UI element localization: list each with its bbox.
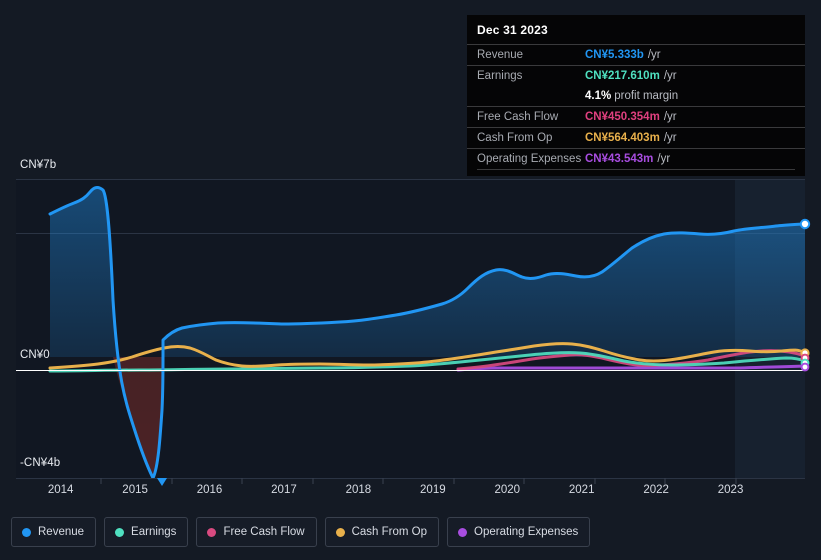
tooltip-unit-cash-from-op: /yr <box>663 132 677 144</box>
tooltip-bottom-padding <box>467 170 805 176</box>
legend-item-free-cash-flow[interactable]: Free Cash Flow <box>196 517 317 547</box>
legend-color-dot-icon <box>335 527 345 537</box>
tooltip-row-earnings: Earnings CN¥217.610m /yr <box>467 65 805 86</box>
tooltip-row-free-cash-flow: Free Cash Flow CN¥450.354m /yr <box>467 106 805 127</box>
chart-tooltip: Dec 31 2023 Revenue CN¥5.333b /yr Earnin… <box>467 15 805 176</box>
x-axis-label-2019: 2019 <box>420 484 446 496</box>
tooltip-row-operating-expenses: Operating Expenses CN¥43.543m /yr <box>467 148 805 169</box>
legend-item-label: Free Cash Flow <box>223 526 305 538</box>
tooltip-value-operating-expenses: CN¥43.543m <box>585 153 654 165</box>
tooltip-unit-free-cash-flow: /yr <box>663 111 677 123</box>
legend-color-dot-icon <box>458 527 468 537</box>
x-axis-label-2022: 2022 <box>643 484 669 496</box>
legend-item-cash-from-op[interactable]: Cash From Op <box>324 517 440 547</box>
tooltip-label-earnings: Earnings <box>477 70 523 82</box>
marker-operating-expenses <box>800 362 810 372</box>
y-axis-label-bottom: -CN¥4b <box>20 457 61 469</box>
tooltip-value-free-cash-flow: CN¥450.354m <box>585 111 660 123</box>
financial-chart: CN¥7b CN¥0 -CN¥4b 2014 2015 2016 2017 2018 20… <box>0 0 821 560</box>
tooltip-unit-earnings: /yr <box>663 70 677 82</box>
legend-color-dot-icon <box>115 527 125 537</box>
x-axis: 2014 2015 2016 2017 2018 2019 2020 2021 2022 2023 <box>16 484 805 502</box>
tooltip-value-earnings: CN¥217.610m <box>585 70 660 82</box>
legend-item-earnings[interactable]: Earnings <box>104 517 189 547</box>
tooltip-title: Dec 31 2023 <box>477 23 548 37</box>
tooltip-unit-operating-expenses: /yr <box>657 153 671 165</box>
tooltip-value-revenue: CN¥5.333b <box>585 49 644 61</box>
tooltip-label-free-cash-flow: Free Cash Flow <box>477 111 559 123</box>
x-axis-label-2021: 2021 <box>568 484 595 496</box>
tooltip-label-profit-margin: profit margin <box>614 90 679 102</box>
tooltip-row-cash-from-op: Cash From Op CN¥564.403m /yr <box>467 127 805 148</box>
chart-legend: Revenue Earnings Free Cash Flow Cash From O… <box>11 517 591 547</box>
legend-color-dot-icon <box>207 527 217 537</box>
legend-item-label: Revenue <box>38 526 85 538</box>
y-axis-label-zero: CN¥0 <box>20 349 50 361</box>
marker-revenue <box>799 218 811 230</box>
legend-item-label: Earnings <box>131 526 177 538</box>
x-axis-label-2015: 2015 <box>122 484 148 496</box>
legend-color-dot-icon <box>22 527 31 537</box>
x-axis-label-2016: 2016 <box>196 484 223 496</box>
x-axis-label-2023: 2023 <box>717 484 744 496</box>
x-axis-label-2017: 2017 <box>271 484 297 496</box>
x-axis-label-2020: 2020 <box>494 484 521 496</box>
tooltip-unit-revenue: /yr <box>647 49 661 61</box>
tooltip-value-cash-from-op: CN¥564.403m <box>585 132 660 144</box>
y-axis-label-top: CN¥7b <box>20 159 57 171</box>
legend-item-label: Operating Expenses <box>474 526 579 538</box>
legend-item-label: Cash From Op <box>351 526 428 538</box>
tooltip-label-cash-from-op: Cash From Op <box>477 132 553 144</box>
x-axis-label-2014: 2014 <box>47 484 74 496</box>
tooltip-row-revenue: Revenue CN¥5.333b /yr <box>467 44 805 65</box>
tooltip-row-profit-margin: 4.1% profit margin <box>467 86 805 106</box>
tooltip-value-profit-margin: 4.1% <box>585 90 612 102</box>
tooltip-label-revenue: Revenue <box>477 49 524 61</box>
x-axis-label-2018: 2018 <box>345 484 372 496</box>
legend-item-operating-expenses[interactable]: Operating Expenses <box>447 517 591 547</box>
tooltip-label-operating-expenses: Operating Expenses <box>477 153 582 165</box>
legend-item-revenue[interactable]: Revenue <box>11 517 97 547</box>
